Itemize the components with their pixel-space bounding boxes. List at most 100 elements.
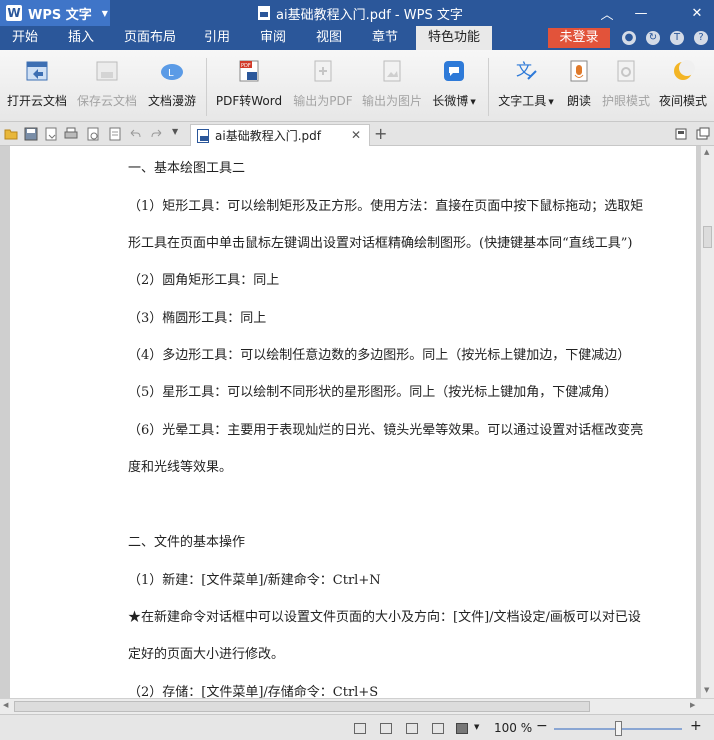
web-view-icon[interactable]	[432, 723, 444, 734]
zoom-slider-thumb[interactable]	[614, 721, 622, 736]
long-weibo-icon	[441, 58, 467, 84]
night-mode-button[interactable]: 夜间模式	[658, 56, 708, 116]
zoom-out-button[interactable]: −	[536, 718, 548, 734]
tab-insert[interactable]: 插入	[68, 26, 94, 50]
menu-bar: 开始 插入 页面布局 引用 审阅 视图 章节 特色功能 未登录 ● ↻ T ?	[0, 26, 714, 50]
word-doc-icon	[197, 128, 209, 143]
document-viewport[interactable]: 一、基本绘图工具二 （1）矩形工具：可以绘制矩形及正方形。使用方法：直接在页面中…	[0, 146, 700, 698]
refresh-icon[interactable]: ↻	[646, 31, 660, 45]
help-icon[interactable]: ?	[694, 31, 708, 45]
eye-care-label: 护眼模式	[601, 94, 650, 108]
minimize-button[interactable]: —	[624, 0, 658, 26]
view-dropdown-icon[interactable]: ▼	[474, 723, 479, 731]
scroll-left-icon[interactable]: ◀	[3, 701, 8, 709]
open-folder-icon[interactable]	[4, 127, 18, 141]
tab-start[interactable]: 开始	[12, 26, 38, 50]
outline-view-icon[interactable]	[406, 723, 418, 734]
print-preview-icon[interactable]	[86, 127, 100, 141]
skin-icon[interactable]: ●	[622, 31, 636, 45]
document-page[interactable]: 一、基本绘图工具二 （1）矩形工具：可以绘制矩形及正方形。使用方法：直接在页面中…	[10, 146, 696, 698]
minimize-icon: —	[634, 5, 648, 21]
export-pdf-label: 输出为PDF	[293, 94, 353, 108]
tab-review[interactable]: 审阅	[260, 26, 286, 50]
cloud-save-icon	[94, 58, 120, 84]
status-bar: ▼ 100 % − +	[0, 714, 714, 740]
text-tools-button[interactable]: 文 文字工具 ▼	[496, 56, 556, 116]
quick-access-dropdown-icon[interactable]: ▼	[172, 127, 186, 141]
export-image-button[interactable]: 输出为图片	[360, 56, 424, 116]
pdf-to-word-button[interactable]: PDF PDF转Word	[214, 56, 284, 116]
app-name: WPS 文字	[28, 7, 92, 23]
save-cloud-doc-label: 保存云文档	[76, 94, 137, 108]
tab-view[interactable]: 视图	[316, 26, 342, 50]
document-icon[interactable]	[108, 127, 122, 141]
dropdown-arrow-icon: ▼	[548, 97, 554, 106]
collapse-icon: ︿	[600, 7, 614, 23]
close-icon: ✕	[691, 5, 703, 21]
open-cloud-doc-label: 打开云文档	[6, 94, 67, 108]
paragraph-line: （1）矩形工具：可以绘制矩形及正方形。使用方法：直接在页面中按下鼠标拖动；选取矩	[128, 199, 644, 214]
dropdown-arrow-icon: ▼	[470, 97, 476, 106]
collapse-ribbon-button[interactable]: ︿	[590, 0, 624, 26]
tab-chapter[interactable]: 章节	[372, 26, 398, 50]
window-title: ai基础教程入门.pdf - WPS 文字	[258, 0, 463, 26]
scroll-right-icon[interactable]: ▶	[690, 701, 695, 709]
shirt-icon[interactable]: T	[670, 31, 684, 45]
new-tab-button[interactable]: +	[374, 124, 387, 143]
vertical-scroll-thumb[interactable]	[703, 226, 712, 248]
horizontal-scrollbar[interactable]: ◀ ▶	[0, 698, 714, 714]
zoom-level[interactable]: 100 %	[494, 721, 532, 735]
document-tab[interactable]: ai基础教程入门.pdf ✕	[190, 124, 370, 146]
read-aloud-icon	[566, 58, 592, 84]
tab-list-icon[interactable]	[674, 127, 688, 141]
save-cloud-doc-button[interactable]: 保存云文档	[76, 56, 138, 116]
paragraph-line: 度和光线等效果。	[128, 460, 233, 475]
zoom-in-button[interactable]: +	[690, 718, 702, 734]
tab-special-features[interactable]: 特色功能	[416, 26, 493, 50]
heading-file-operations: 二、文件的基本操作	[128, 535, 246, 550]
login-button[interactable]: 未登录	[548, 28, 610, 48]
redo-icon[interactable]	[150, 127, 164, 141]
document-tab-bar: ▼ ai基础教程入门.pdf ✕ +	[0, 122, 714, 146]
vertical-scrollbar[interactable]: ▲ ▼	[700, 146, 714, 698]
heading-drawing-tools: 一、基本绘图工具二	[128, 161, 246, 176]
pdf-to-word-icon: PDF	[236, 58, 262, 84]
text-tools-icon: 文	[513, 58, 539, 84]
export-image-icon	[379, 58, 405, 84]
fullscreen-icon[interactable]	[354, 723, 366, 734]
close-tab-icon[interactable]: ✕	[351, 128, 361, 142]
scroll-up-icon[interactable]: ▲	[704, 148, 709, 156]
horizontal-scroll-thumb[interactable]	[14, 701, 590, 712]
scroll-down-icon[interactable]: ▼	[704, 686, 709, 694]
doc-roaming-label: 文档漫游	[147, 94, 196, 108]
read-aloud-button[interactable]: 朗读	[564, 56, 594, 116]
tab-references[interactable]: 引用	[204, 26, 230, 50]
paragraph-line: （4）多边形工具：可以绘制任意边数的多边图形。同上（按光标上键加边，下健减边）	[128, 348, 631, 363]
doc-roaming-button[interactable]: L 文档漫游	[146, 56, 198, 116]
undo-icon[interactable]	[128, 127, 142, 141]
wps-app-menu-button[interactable]: W WPS 文字 ▼	[0, 0, 110, 26]
tab-page-layout[interactable]: 页面布局	[124, 26, 176, 50]
text-tools-label: 文字工具 ▼	[498, 92, 553, 109]
export-icon[interactable]	[44, 127, 58, 141]
print-icon[interactable]	[64, 127, 78, 141]
export-image-label: 输出为图片	[361, 94, 422, 108]
page-view-icon[interactable]	[380, 723, 392, 734]
long-weibo-text: 长微博	[432, 94, 469, 108]
eye-care-icon	[613, 58, 639, 84]
svg-text:L: L	[168, 68, 174, 79]
open-cloud-doc-button[interactable]: 打开云文档	[6, 56, 68, 116]
eye-care-mode-button[interactable]: 护眼模式	[600, 56, 652, 116]
ribbon-separator	[206, 58, 207, 116]
window-mode-icon[interactable]	[696, 127, 710, 141]
chevron-down-icon: ▼	[101, 8, 108, 18]
document-icon	[258, 6, 270, 20]
ribbon-separator	[488, 58, 489, 116]
export-pdf-button[interactable]: 输出为PDF	[292, 56, 354, 116]
close-window-button[interactable]: ✕	[680, 0, 714, 26]
long-weibo-button[interactable]: 长微博 ▼	[430, 56, 478, 116]
save-icon[interactable]	[24, 127, 38, 141]
reading-mode-icon[interactable]	[456, 723, 468, 734]
paragraph-line: （1）新建：[文件菜单]/新建命令：Ctrl+N	[128, 573, 381, 588]
document-tab-name: ai基础教程入门.pdf	[215, 129, 321, 143]
